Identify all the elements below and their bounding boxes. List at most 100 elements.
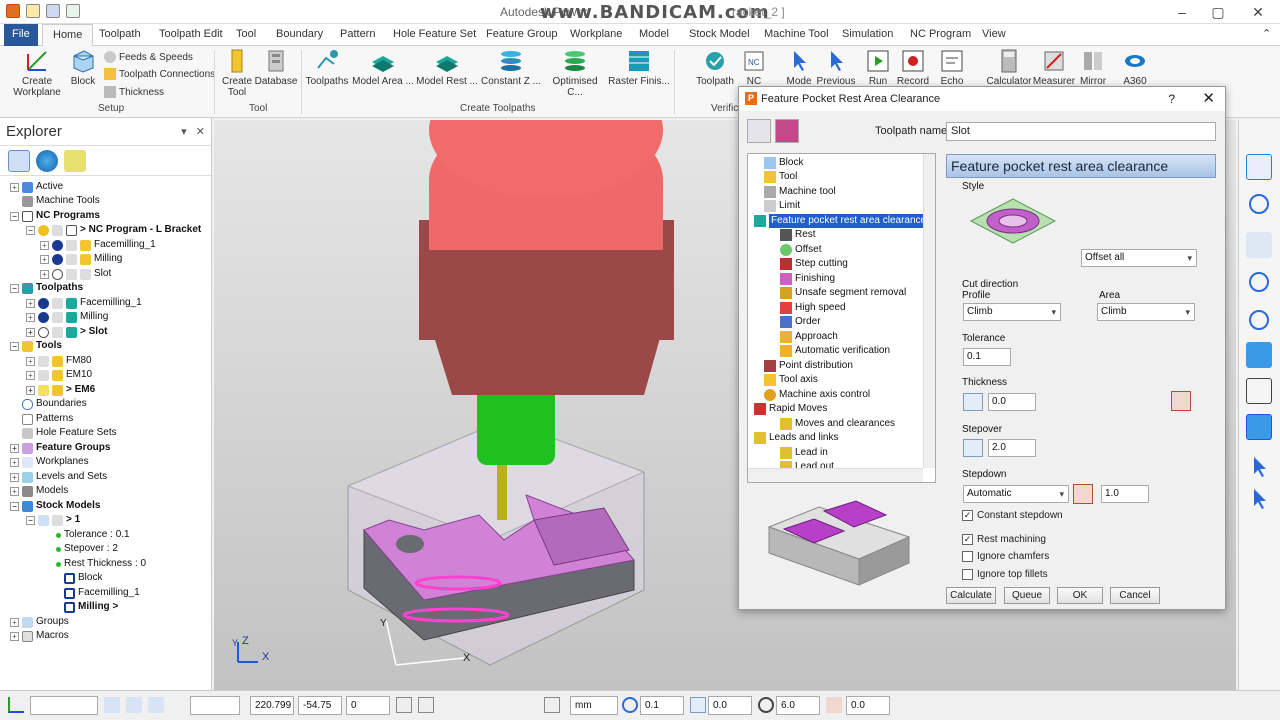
zoom-icon[interactable] [1249, 194, 1269, 214]
dlg-tree-order[interactable]: Order [780, 315, 821, 329]
stepdown-input[interactable]: 1.0 [1101, 485, 1149, 503]
tolerance-target-icon[interactable] [622, 697, 638, 713]
tab-boundary[interactable]: Boundary [276, 24, 323, 46]
thickness-input[interactable]: 0.0 [988, 393, 1036, 411]
tab-feature-group[interactable]: Feature Group [486, 24, 558, 46]
tab-view[interactable]: View [982, 24, 1006, 46]
dlg-tree-offset[interactable]: Offset [780, 243, 822, 257]
coordinate-mode-icon[interactable] [396, 697, 412, 713]
dlg-tree-auto-verification[interactable]: Automatic verification [780, 344, 890, 358]
polar-icon[interactable] [544, 697, 560, 713]
tree-item-machine-tools[interactable]: Machine Tools [22, 194, 100, 208]
minimize-button[interactable]: – [1164, 0, 1200, 24]
shaded-view-icon[interactable] [1246, 342, 1272, 368]
tab-machine-tool[interactable]: Machine Tool [764, 24, 829, 46]
toolpath-connections-button[interactable]: Toolpath Connections [104, 68, 215, 80]
tree-item-feature-groups[interactable]: + Feature Groups [10, 441, 110, 455]
coord-y-field[interactable]: -54.75 [298, 696, 342, 715]
cursor-mode-icon[interactable] [126, 697, 142, 713]
toolpath-name-input[interactable]: Slot [946, 122, 1216, 141]
dlg-tree-point-distribution[interactable]: Point distribution [764, 359, 853, 373]
tree-item-tool-em10[interactable]: + EM10 [26, 368, 92, 382]
tab-toolpath-edit[interactable]: Toolpath Edit [159, 24, 223, 46]
tab-home[interactable]: Home [42, 24, 94, 46]
toolpaths-button[interactable]: Toolpaths [304, 48, 350, 87]
ignore-top-fillets-checkbox[interactable]: Ignore top fillets [962, 569, 1048, 580]
dlg-tree-finishing[interactable]: Finishing [780, 272, 835, 286]
tree-item-nc-milling[interactable]: + Milling [40, 252, 122, 266]
tree-item-toolpath-facemilling[interactable]: + Facemilling_1 [26, 296, 142, 310]
tree-item-toolpaths[interactable]: − Toolpaths [10, 281, 83, 295]
calculator-button[interactable]: Calculator [986, 48, 1032, 87]
dlg-tree-rapid-moves[interactable]: Rapid Moves [754, 402, 827, 416]
dlg-tree-lead-in[interactable]: Lead in [780, 446, 828, 460]
workplane-select[interactable] [30, 696, 98, 715]
coord-z-field[interactable]: 0 [346, 696, 390, 715]
explorer-tree-tab-icon[interactable] [8, 150, 30, 172]
tab-file[interactable]: File [4, 24, 38, 46]
explorer-recycle-tab-icon[interactable] [64, 150, 86, 172]
echo-button[interactable]: Echo [936, 48, 968, 87]
ok-button[interactable]: OK [1057, 587, 1103, 604]
mirror-button[interactable]: Mirror [1076, 48, 1110, 87]
tree-horizontal-scrollbar[interactable] [748, 468, 923, 482]
thickness-calculator-icon[interactable] [1171, 391, 1191, 411]
previous-button[interactable]: Previous [816, 48, 856, 87]
tree-item-toolpath-milling[interactable]: + Milling [26, 310, 108, 324]
run-button[interactable]: Run [862, 48, 894, 87]
tree-item-stock-1[interactable]: − > 1 [26, 513, 80, 527]
dlg-tree-rest[interactable]: Rest [780, 228, 816, 242]
record-button[interactable]: Record [896, 48, 930, 87]
snap-icon[interactable] [104, 697, 120, 713]
dlg-tree-machine-tool[interactable]: Machine tool [764, 185, 836, 199]
tab-toolpath[interactable]: Toolpath [99, 24, 141, 46]
shaded-wireframe-icon[interactable] [1246, 414, 1272, 440]
stepdown-mode-select[interactable]: Automatic [963, 485, 1069, 503]
thickness-button[interactable]: Thickness [104, 86, 164, 98]
tree-item-levels-and-sets[interactable]: + Levels and Sets [10, 470, 107, 484]
dlg-tree-high-speed[interactable]: High speed [780, 301, 846, 315]
tree-item-stock-milling[interactable]: Milling > [64, 600, 118, 614]
select-previous-icon[interactable] [1246, 486, 1272, 512]
profile-select[interactable]: Climb [963, 303, 1061, 321]
tree-item-macros[interactable]: + Macros [10, 629, 69, 643]
maximize-button[interactable]: ▢ [1200, 0, 1236, 24]
tree-item-stock-models[interactable]: − Stock Models [10, 499, 100, 513]
dlg-tree-approach[interactable]: Approach [780, 330, 838, 344]
tree-item-hole-feature-sets[interactable]: Hole Feature Sets [22, 426, 117, 440]
open-settings-icon[interactable] [775, 119, 799, 143]
open-icon[interactable] [26, 4, 40, 18]
tab-simulation[interactable]: Simulation [842, 24, 893, 46]
model-rest-button[interactable]: Model Rest ... [416, 48, 478, 87]
dlg-tree-tool[interactable]: Tool [764, 170, 797, 184]
tab-model[interactable]: Model [639, 24, 669, 46]
stepover-lock-icon[interactable] [963, 439, 983, 457]
style-select[interactable]: Offset all [1081, 249, 1197, 267]
tab-hole-feature-set[interactable]: Hole Feature Set [393, 24, 476, 46]
tool-status-icon[interactable] [826, 697, 842, 713]
close-window-button[interactable]: ✕ [1240, 0, 1276, 24]
dlg-tree-machine-axis[interactable]: Machine axis control [764, 388, 870, 402]
create-workplane-button[interactable]: Create Workplane [8, 48, 66, 98]
tree-item-nc-program-l-bracket[interactable]: − > NC Program - L Bracket [26, 223, 201, 237]
view-isometric-icon[interactable] [1246, 154, 1272, 180]
dlg-tree-moves-clearances[interactable]: Moves and clearances [780, 417, 895, 431]
tree-item-workplanes[interactable]: + Workplanes [10, 455, 89, 469]
tree-item-nc-slot[interactable]: + Slot [40, 267, 111, 281]
workplane-status-icon[interactable] [8, 697, 24, 713]
dlg-tree-step-cutting[interactable]: Step cutting [780, 257, 848, 271]
calculate-button[interactable]: Calculate [946, 587, 996, 604]
diameter-status-field[interactable]: 6.0 [776, 696, 820, 715]
zoom-fit-icon[interactable] [1249, 310, 1269, 330]
zoom-box-icon[interactable] [1249, 272, 1269, 292]
dlg-tree-leads-links[interactable]: Leads and links [754, 431, 839, 445]
measurer-button[interactable]: Measurer [1032, 48, 1076, 87]
refresh-icon[interactable] [1246, 232, 1272, 258]
constant-z-button[interactable]: Constant Z ... [480, 48, 542, 87]
select-icon[interactable] [1246, 454, 1272, 480]
tab-stock-model[interactable]: Stock Model [689, 24, 750, 46]
a360-button[interactable]: A360 [1118, 48, 1152, 87]
tolerance-input[interactable]: 0.1 [963, 348, 1011, 366]
tree-item-toolpath-slot[interactable]: + > Slot [26, 325, 108, 339]
units-mode-icon[interactable] [418, 697, 434, 713]
